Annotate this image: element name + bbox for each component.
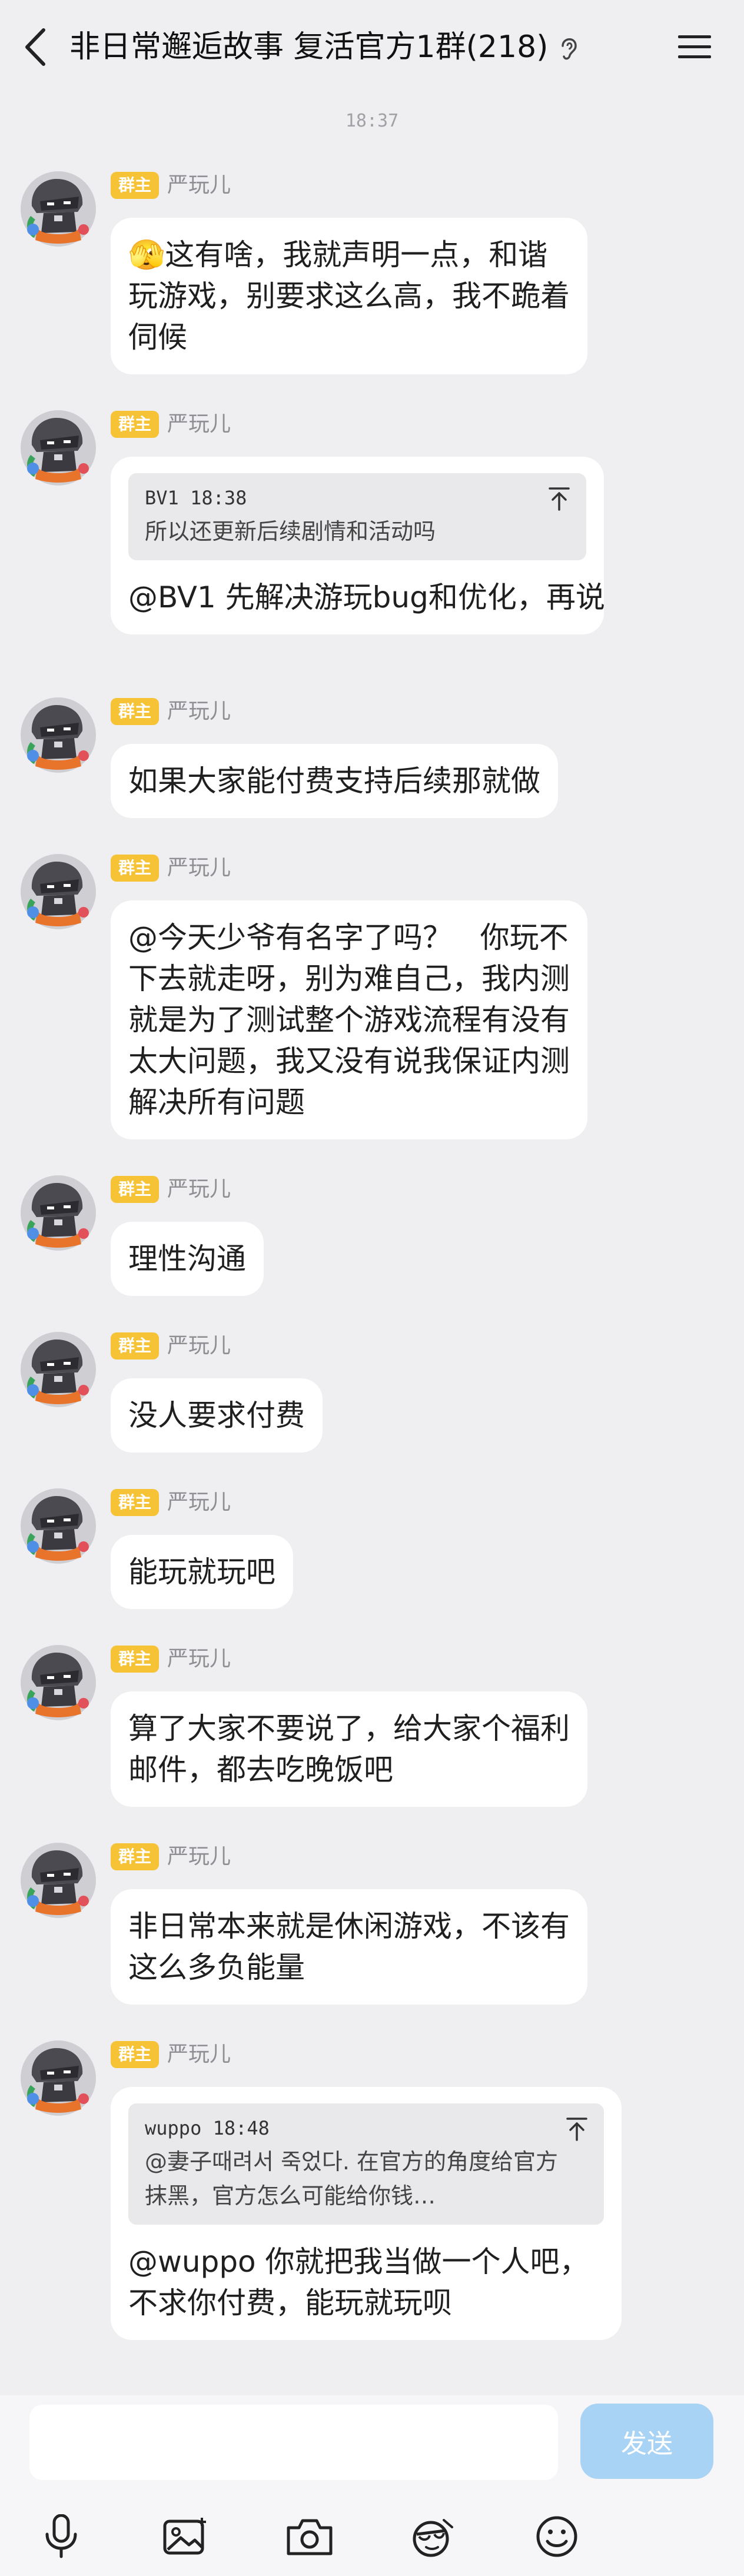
avatar[interactable]: [20, 2040, 97, 2116]
quote-sender-time: BV1 18:38: [145, 487, 247, 509]
quote-text: 抹黑，官方怎么可能给你钱…: [145, 2183, 436, 2209]
chat-header: 非日常邂逅故事 复活官方1群(218): [0, 0, 744, 94]
ear-icon: [562, 38, 577, 60]
quote-text: @妻子때려서 죽었다. 在官方的角度给官方: [145, 2149, 558, 2175]
avatar[interactable]: [20, 410, 97, 486]
sender-name[interactable]: 严玩儿: [167, 1842, 231, 1872]
message-bubble[interactable]: @今天少爷有名字了吗？ 你玩不 下去就走呀，别为难自己，我内测 就是为了测试整个…: [111, 900, 587, 1139]
avatar[interactable]: [20, 853, 97, 930]
chat-title[interactable]: 非日常邂逅故事 复活官方1群(218): [69, 25, 548, 69]
message-text: 如果大家能付费支持后续那就做: [128, 764, 540, 798]
owner-badge: 群主: [111, 1489, 159, 1516]
microphone-icon: [45, 2514, 77, 2558]
voice-button[interactable]: [32, 2507, 91, 2566]
message-bubble[interactable]: 理性沟通: [111, 1222, 264, 1296]
message-text: 玩游戏，别要求这么高，我不跪着: [128, 279, 570, 313]
jump-to-original-icon[interactable]: [547, 486, 571, 512]
owner-badge: 群主: [111, 1843, 159, 1870]
avatar[interactable]: [20, 171, 97, 247]
owner-badge: 群主: [111, 411, 159, 438]
sender-name[interactable]: 严玩儿: [167, 171, 231, 200]
message-bubble[interactable]: wuppo 18:48 @妻子때려서 죽었다. 在官方的角度给官方 抹黑，官方怎…: [111, 2087, 622, 2340]
message-text: 这么多负能量: [128, 1950, 305, 1985]
message-text: 算了大家不要说了，给大家个福利: [128, 1711, 570, 1746]
owner-badge: 群主: [111, 172, 159, 199]
emoji-button[interactable]: [527, 2507, 586, 2566]
owner-badge: 群主: [111, 698, 159, 725]
owner-badge: 群主: [111, 1646, 159, 1673]
owner-badge: 群主: [111, 1176, 159, 1203]
sender-name[interactable]: 严玩儿: [167, 1644, 231, 1674]
quoted-reply[interactable]: wuppo 18:48 @妻子때려서 죽었다. 在官方的角度给官方 抹黑，官方怎…: [128, 2103, 604, 2225]
sender-name[interactable]: 严玩儿: [167, 1175, 231, 1204]
sender-name[interactable]: 严玩儿: [167, 1331, 231, 1361]
owner-badge: 群主: [111, 2041, 159, 2068]
message-input[interactable]: [29, 2405, 558, 2480]
message-text: 理性沟通: [128, 1242, 246, 1276]
jump-to-original-icon[interactable]: [565, 2116, 589, 2142]
message-text: @wuppo 你就把我当做一个人吧，: [128, 2245, 589, 2279]
image-button[interactable]: [157, 2507, 215, 2566]
message-timestamp: 18:37: [345, 111, 399, 131]
message-text: @BV1 先解决游玩bug和优化，再说: [128, 580, 605, 614]
avatar[interactable]: [20, 1842, 97, 1919]
send-button[interactable]: 发送: [580, 2404, 713, 2479]
chevron-left-icon: [25, 28, 45, 66]
camera-icon: [287, 2519, 333, 2555]
quoted-reply[interactable]: BV1 18:38 所以还更新后续剧情和活动吗: [128, 473, 586, 560]
quote-sender-time: wuppo 18:48: [145, 2117, 270, 2139]
message-bubble[interactable]: 算了大家不要说了，给大家个福利 邮件，都去吃晚饭吧: [111, 1691, 587, 1807]
avatar[interactable]: [20, 1175, 97, 1251]
message-bubble[interactable]: BV1 18:38 所以还更新后续剧情和活动吗 @BV1 先解决游玩bug和优化…: [111, 457, 605, 634]
sender-name[interactable]: 严玩儿: [167, 2040, 231, 2069]
message-text: 不求你付费，能玩就玩呗: [128, 2286, 452, 2320]
message-bubble[interactable]: 没人要求付费: [111, 1378, 323, 1452]
message-text: 太大问题，我又没有说我保证内测: [128, 1044, 570, 1078]
message-bubble[interactable]: 非日常本来就是休闲游戏，不该有 这么多负能量: [111, 1889, 587, 2005]
message-composer: 发送: [0, 2395, 744, 2576]
message-text: 非日常本来就是休闲游戏，不该有: [128, 1909, 570, 1943]
owner-badge: 群主: [111, 855, 159, 882]
emoji-icon: [536, 2516, 577, 2557]
avatar[interactable]: [20, 1644, 97, 1721]
sender-name[interactable]: 严玩儿: [167, 1488, 231, 1517]
avatar[interactable]: [20, 1331, 97, 1408]
message-text: 伺候: [128, 320, 187, 354]
image-icon: [163, 2518, 206, 2555]
quote-text: 所以还更新后续剧情和活动吗: [145, 518, 436, 544]
message-text: 没人要求付费: [128, 1398, 305, 1432]
message-bubble[interactable]: 🫣这有啥，我就声明一点，和谐 玩游戏，别要求这么高，我不跪着 伺候: [111, 218, 587, 374]
avatar[interactable]: [20, 1488, 97, 1564]
message-text: 能玩就玩吧: [128, 1555, 275, 1589]
owner-badge: 群主: [111, 1332, 159, 1360]
message-text: 解决所有问题: [128, 1085, 305, 1119]
message-text: 就是为了测试整个游戏流程有没有: [128, 1003, 570, 1037]
sticker-button[interactable]: [403, 2507, 461, 2566]
message-bubble[interactable]: 能玩就玩吧: [111, 1535, 293, 1609]
sender-name[interactable]: 严玩儿: [167, 697, 231, 726]
message-text: @今天少爷有名字了吗？ 你玩不: [128, 920, 569, 955]
message-text: 🫣这有啥，我就声明一点，和谐: [128, 238, 548, 272]
message-bubble[interactable]: 如果大家能付费支持后续那就做: [111, 744, 558, 818]
menu-button[interactable]: [671, 24, 718, 71]
sender-name[interactable]: 严玩儿: [167, 410, 231, 439]
message-text: 邮件，都去吃晚饭吧: [128, 1753, 393, 1787]
camera-button[interactable]: [280, 2507, 339, 2566]
hamburger-menu-icon: [678, 35, 711, 58]
avatar[interactable]: [20, 697, 97, 773]
message-text: 下去就走呀，别为难自己，我内测: [128, 962, 570, 996]
sticker-icon: [413, 2519, 453, 2557]
back-button[interactable]: [18, 18, 53, 77]
sender-name[interactable]: 严玩儿: [167, 853, 231, 883]
